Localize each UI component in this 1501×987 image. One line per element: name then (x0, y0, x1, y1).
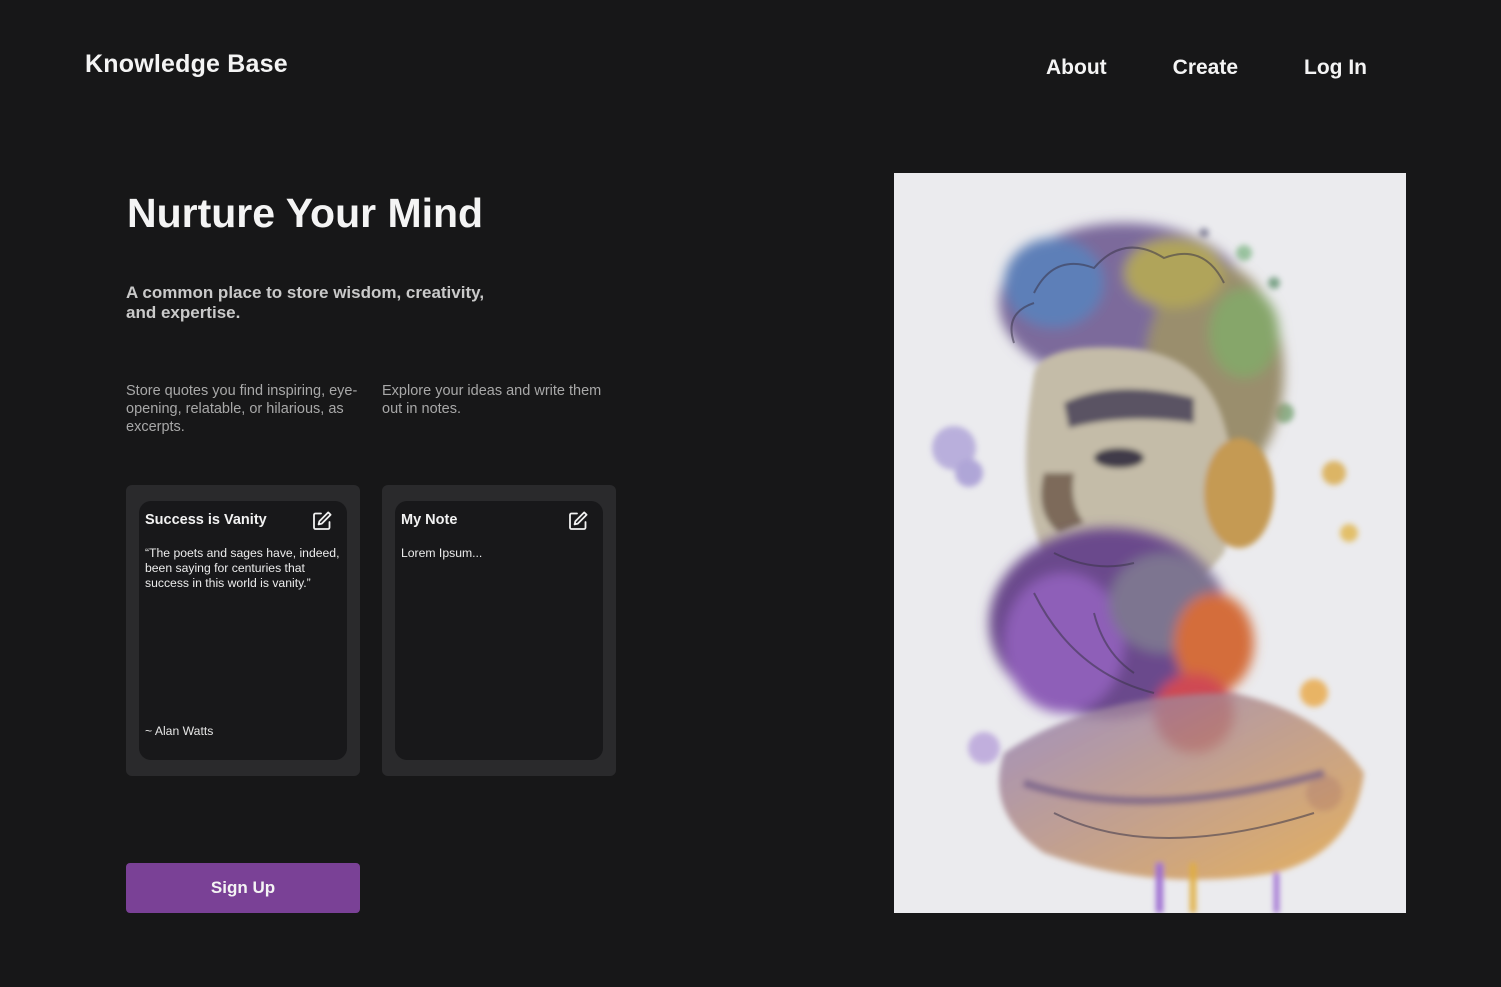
note-card-title: My Note (401, 512, 458, 528)
note-card: My Note Lorem Ipsum... (382, 485, 616, 776)
nav-login-link[interactable]: Log In (1304, 56, 1367, 80)
note-card-panel: My Note Lorem Ipsum... (395, 501, 603, 760)
feature-quotes-description: Store quotes you find inspiring, eye-ope… (126, 383, 358, 435)
hero-subtitle: A common place to store wisdom, creativi… (126, 283, 485, 322)
quote-card-panel: Success is Vanity “The poets and sages h… (139, 501, 347, 760)
note-card-text: Lorem Ipsum... (401, 546, 483, 560)
nav-about-link[interactable]: About (1046, 56, 1107, 80)
watercolor-portrait-illustration (894, 173, 1406, 913)
quote-card: Success is Vanity “The poets and sages h… (126, 485, 360, 776)
hero-title: Nurture Your Mind (127, 190, 484, 236)
philosopher-portrait-image (894, 173, 1406, 913)
edit-icon[interactable] (567, 510, 589, 532)
brand-logo[interactable]: Knowledge Base (85, 50, 288, 79)
edit-icon[interactable] (311, 510, 333, 532)
signup-button[interactable]: Sign Up (126, 863, 360, 913)
quote-card-text: “The poets and sages have, indeed, been … (145, 546, 340, 590)
quote-card-title: Success is Vanity (145, 512, 267, 528)
feature-notes-description: Explore your ideas and write them out in… (382, 383, 602, 417)
top-nav: About Create Log In (1046, 56, 1367, 80)
nav-create-link[interactable]: Create (1173, 56, 1238, 80)
quote-card-author: ~ Alan Watts (145, 724, 214, 738)
